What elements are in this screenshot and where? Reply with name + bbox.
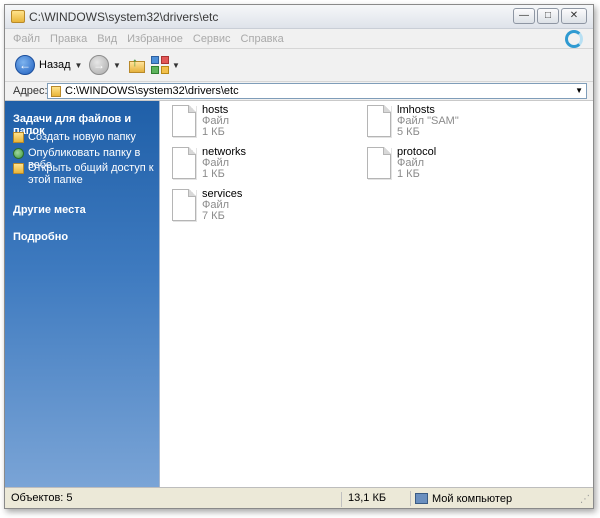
task-share-folder[interactable]: Открыть общий доступ к этой папке xyxy=(13,162,158,186)
share-folder-icon xyxy=(13,163,24,174)
resize-grip-icon[interactable]: ⋰ xyxy=(580,494,590,505)
views-button[interactable]: ▼ xyxy=(151,56,180,74)
folder-icon xyxy=(11,10,25,23)
views-dropdown-icon[interactable]: ▼ xyxy=(172,61,180,70)
file-size: 1 КБ xyxy=(202,126,225,138)
file-icon xyxy=(367,105,391,137)
menu-favorites[interactable]: Избранное xyxy=(127,33,183,45)
status-location: Мой компьютер xyxy=(410,491,512,506)
back-button[interactable]: ← Назад ▼ xyxy=(15,55,82,75)
task-label: Открыть общий доступ к этой папке xyxy=(28,162,154,186)
file-item-networks[interactable]: networks Файл 1 КБ xyxy=(172,147,246,180)
back-dropdown-icon[interactable]: ▼ xyxy=(75,61,83,70)
address-value: C:\WINDOWS\system32\drivers\etc xyxy=(65,85,239,97)
file-list: hosts Файл 1 КБ lmhosts Файл "SAM" 5 КБ … xyxy=(160,101,593,487)
activity-throbber-icon xyxy=(565,30,583,48)
explorer-window: C:\WINDOWS\system32\drivers\etc — □ ✕ Фа… xyxy=(4,4,594,509)
menu-bar: Файл Правка Вид Избранное Сервис Справка xyxy=(5,29,593,49)
menu-help[interactable]: Справка xyxy=(241,33,284,45)
task-pane: Задачи для файлов и папок Создать новую … xyxy=(5,101,160,487)
file-icon xyxy=(172,105,196,137)
file-size: 1 КБ xyxy=(202,168,225,180)
status-location-label: Мой компьютер xyxy=(432,492,513,505)
file-item-hosts[interactable]: hosts Файл 1 КБ xyxy=(172,105,229,138)
details-header[interactable]: Подробно xyxy=(13,231,68,243)
address-dropdown-icon[interactable]: ▼ xyxy=(575,86,583,95)
status-total-size: 13,1 КБ xyxy=(341,492,386,507)
minimize-button[interactable]: — xyxy=(513,8,535,24)
up-folder-button[interactable]: ↑ xyxy=(127,55,147,75)
file-icon xyxy=(172,189,196,221)
address-input[interactable]: C:\WINDOWS\system32\drivers\etc ▼ xyxy=(47,83,587,99)
menu-file[interactable]: Файл xyxy=(13,33,40,45)
file-size: 7 КБ xyxy=(202,210,225,222)
forward-arrow-icon: → xyxy=(89,55,109,75)
publish-web-icon xyxy=(13,148,24,159)
toolbar: ← Назад ▼ → ▼ ↑ ▼ xyxy=(5,49,593,82)
folder-icon xyxy=(51,86,61,97)
menu-edit[interactable]: Правка xyxy=(50,33,87,45)
up-arrow-icon: ↑ xyxy=(132,55,138,69)
task-new-folder[interactable]: Создать новую папку xyxy=(13,131,158,143)
maximize-button[interactable]: □ xyxy=(537,8,559,24)
status-bar: Объектов: 5 13,1 КБ Мой компьютер ⋰ xyxy=(5,487,593,508)
back-label: Назад xyxy=(39,59,71,71)
views-icon xyxy=(151,56,169,74)
forward-button[interactable]: → ▼ xyxy=(89,55,121,75)
window-controls: — □ ✕ xyxy=(513,8,587,24)
window-title: C:\WINDOWS\system32\drivers\etc xyxy=(29,10,219,24)
other-places-header[interactable]: Другие места xyxy=(13,204,86,216)
computer-icon xyxy=(415,493,428,504)
file-size: 5 КБ xyxy=(397,126,420,138)
file-item-lmhosts[interactable]: lmhosts Файл "SAM" 5 КБ xyxy=(367,105,459,138)
status-object-count: Объектов: 5 xyxy=(11,492,73,504)
file-size: 1 КБ xyxy=(397,168,420,180)
task-label: Создать новую папку xyxy=(28,131,136,143)
new-folder-icon xyxy=(13,132,24,143)
file-icon xyxy=(367,147,391,179)
address-bar: Адрес: C:\WINDOWS\system32\drivers\etc ▼ xyxy=(5,82,593,101)
menu-tools[interactable]: Сервис xyxy=(193,33,231,45)
forward-dropdown-icon[interactable]: ▼ xyxy=(113,61,121,70)
file-icon xyxy=(172,147,196,179)
file-item-protocol[interactable]: protocol Файл 1 КБ xyxy=(367,147,436,180)
menu-view[interactable]: Вид xyxy=(97,33,117,45)
title-bar[interactable]: C:\WINDOWS\system32\drivers\etc — □ ✕ xyxy=(5,5,593,29)
back-arrow-icon: ← xyxy=(15,55,35,75)
file-item-services[interactable]: services Файл 7 КБ xyxy=(172,189,242,222)
address-label: Адрес: xyxy=(13,85,48,97)
close-button[interactable]: ✕ xyxy=(561,8,587,24)
